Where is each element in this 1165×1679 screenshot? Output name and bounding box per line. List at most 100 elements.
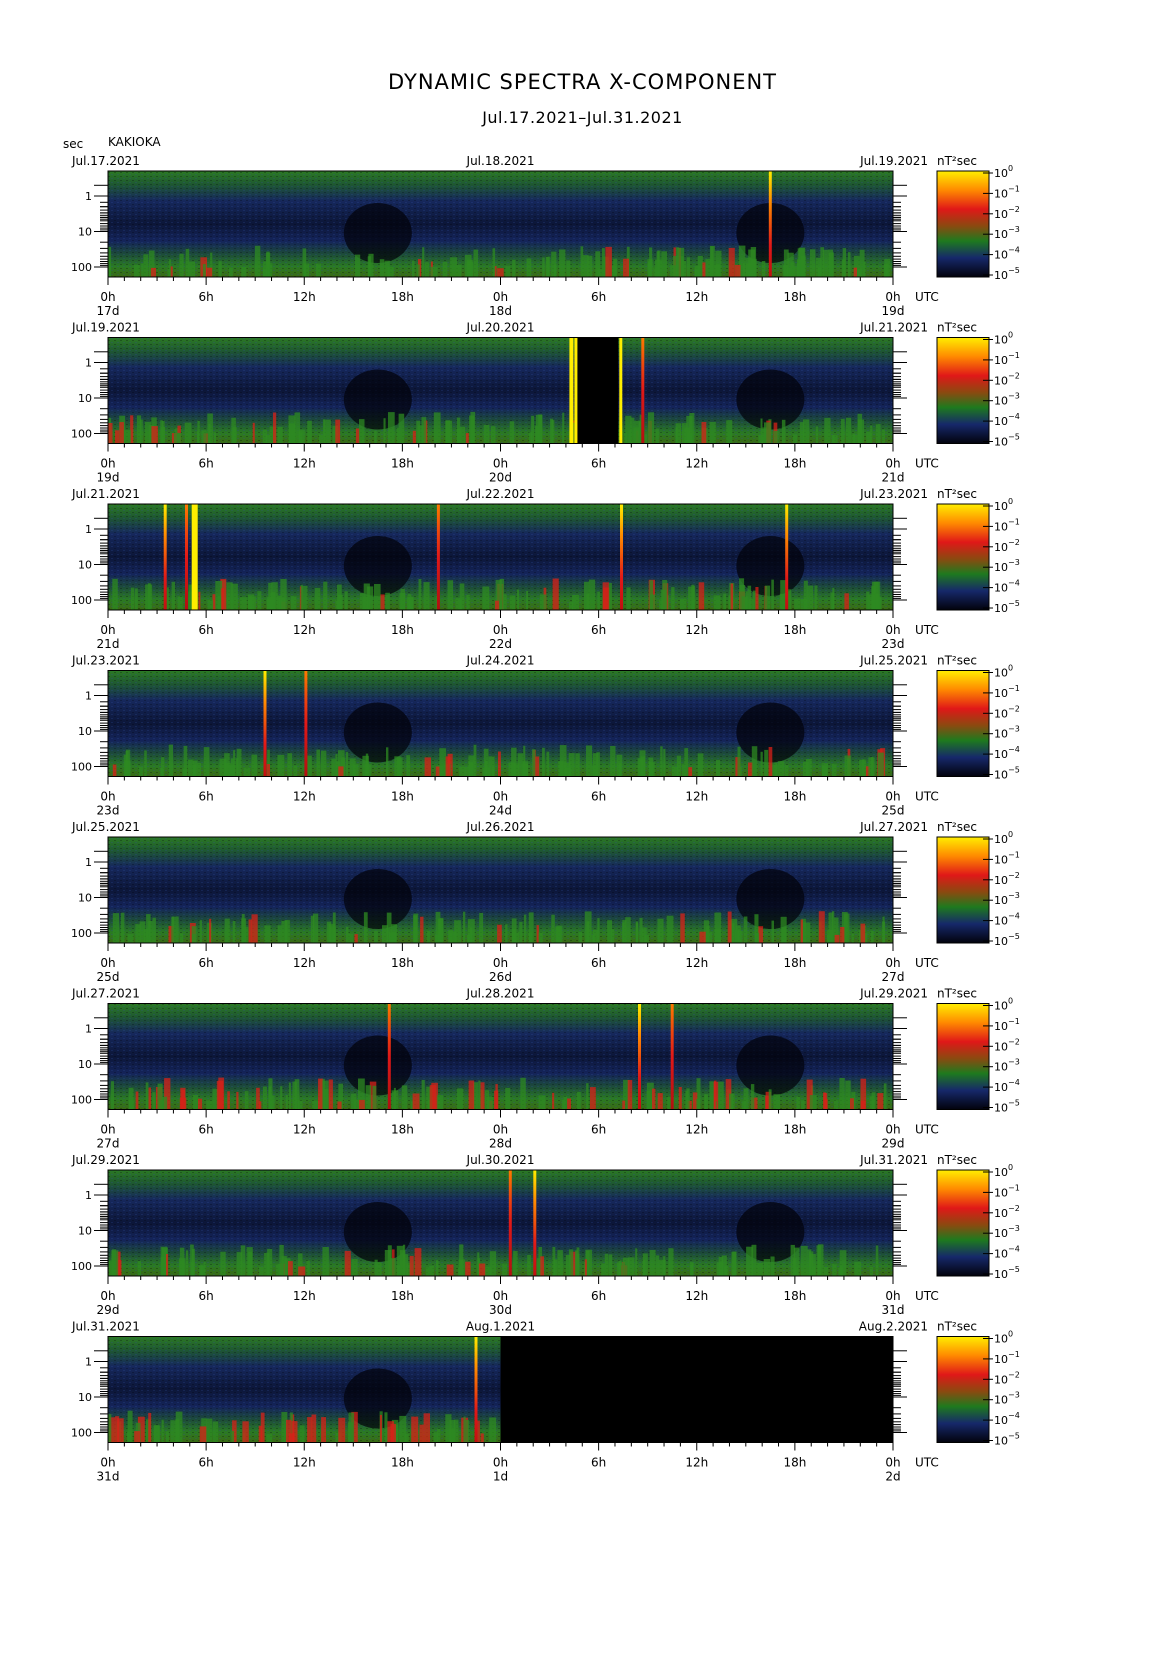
date-label-right: Jul.19.2021: [859, 154, 928, 168]
activity-patch: [134, 588, 138, 610]
activity-patch: [134, 1431, 140, 1443]
activity-patch: [384, 1250, 392, 1276]
date-label-right: Jul.21.2021: [859, 321, 928, 335]
activity-patch: [568, 602, 573, 610]
activity-patch: [882, 429, 885, 444]
activity-patch: [559, 249, 566, 277]
y-unit-label: sec: [63, 137, 83, 151]
activity-patch: [851, 434, 858, 444]
activity-patch: [129, 1100, 135, 1110]
x-tick-label: 0h: [885, 290, 900, 304]
activity-patch: [396, 1265, 401, 1276]
colorbar-tick-exponent: 0: [1008, 664, 1013, 673]
activity-patch: [220, 1251, 226, 1276]
activity-patch: [588, 579, 596, 610]
x-tick-label: 18h: [391, 1123, 414, 1137]
activity-patch: [231, 1430, 234, 1443]
activity-patch: [842, 248, 847, 277]
activity-patch: [784, 765, 789, 777]
activity-patch: [576, 1092, 581, 1110]
colorbar-tick-label: 10−2: [994, 871, 1020, 887]
day-label: 31d: [882, 1303, 905, 1317]
activity-patch: [429, 1085, 436, 1110]
colorbar-tick-exponent: −4: [1008, 579, 1020, 588]
date-label-mid: Jul.22.2021: [466, 487, 535, 501]
day-label: 25d: [97, 970, 120, 984]
station-label: KAKIOKA: [108, 135, 161, 149]
activity-patch: [717, 1081, 724, 1110]
activity-patch: [799, 422, 804, 444]
activity-patch: [221, 588, 225, 610]
activity-patch: [686, 1088, 690, 1110]
activity-patch: [228, 267, 233, 277]
spectrum-panel: 1 10 100 0h 6h 12h 18h 0h 6h 12h 18h 0h UTC 19d 20d 21d…: [71, 321, 1020, 485]
activity-patch: [199, 1265, 205, 1276]
activity-patch: [344, 591, 348, 610]
activity-patch: [266, 764, 270, 777]
activity-patch: [694, 265, 701, 277]
event-burst: [163, 504, 167, 610]
activity-patch: [831, 435, 835, 444]
activity-patch: [244, 1091, 249, 1110]
activity-patch: [153, 1425, 160, 1443]
activity-patch: [135, 1091, 139, 1110]
spectrum-panel: 1 10 100 0h 6h 12h 18h 0h 6h 12h 18h 0h UTC 27d 28d 29d…: [71, 987, 1020, 1151]
activity-patch: [686, 415, 693, 444]
x-tick-label: 6h: [591, 956, 606, 970]
activity-patch: [445, 420, 452, 444]
activity-patch: [477, 1420, 480, 1443]
activity-patch: [814, 585, 818, 610]
activity-patch: [616, 1262, 624, 1276]
activity-patch: [152, 917, 156, 943]
x-tick-label: 18h: [783, 1289, 806, 1303]
activity-patch: [622, 920, 627, 943]
activity-patch: [679, 598, 687, 610]
activity-patch: [338, 766, 344, 777]
colorbar-tick-label: 100: [994, 331, 1013, 347]
activity-patch: [834, 1100, 839, 1110]
y-tick-label: 10: [78, 559, 92, 572]
activity-patch: [868, 594, 876, 610]
activity-patch: [794, 598, 801, 610]
day-label: 24d: [489, 804, 512, 818]
colorbar-tick-exponent: −2: [1008, 1204, 1020, 1213]
x-tick-label: 0h: [493, 790, 508, 804]
activity-patch: [201, 430, 207, 444]
activity-patch: [646, 1090, 651, 1110]
colorbar-tick-exponent: −4: [1008, 1078, 1020, 1087]
activity-patch: [840, 418, 845, 444]
colorbar-tick-label: 10−2: [994, 371, 1020, 387]
x-tick-label: 18h: [391, 290, 414, 304]
activity-patch: [425, 1267, 430, 1276]
activity-patch: [554, 265, 557, 277]
colorbar-tick-label: 100: [994, 497, 1013, 513]
activity-patch: [145, 1082, 149, 1110]
activity-patch: [522, 761, 529, 777]
date-label-right: Jul.27.2021: [859, 820, 928, 834]
activity-patch: [604, 1253, 608, 1276]
activity-patch: [123, 430, 131, 444]
activity-patch: [704, 1094, 708, 1110]
activity-patch: [115, 430, 120, 444]
y-tick-label: 10: [78, 1225, 92, 1238]
colorbar-tick-label: 10−2: [994, 1204, 1020, 1220]
colorbar-tick-exponent: −1: [1008, 351, 1020, 360]
quiet-region: [343, 702, 412, 763]
activity-patch: [186, 1250, 189, 1276]
x-tick-label: 12h: [685, 1456, 708, 1470]
activity-patch: [566, 260, 571, 277]
activity-patch: [167, 269, 171, 277]
activity-patch: [439, 917, 444, 943]
activity-patch: [511, 918, 517, 943]
utc-label: UTC: [915, 457, 939, 471]
x-tick-label: 18h: [391, 457, 414, 471]
activity-patch: [298, 431, 303, 444]
day-label: 29d: [97, 1303, 120, 1317]
activity-patch: [845, 1080, 851, 1110]
activity-patch: [161, 420, 165, 444]
activity-patch: [489, 1417, 497, 1443]
activity-patch: [165, 1431, 169, 1443]
activity-patch: [247, 594, 254, 610]
day-label: 17d: [97, 304, 120, 318]
activity-patch: [385, 592, 390, 610]
